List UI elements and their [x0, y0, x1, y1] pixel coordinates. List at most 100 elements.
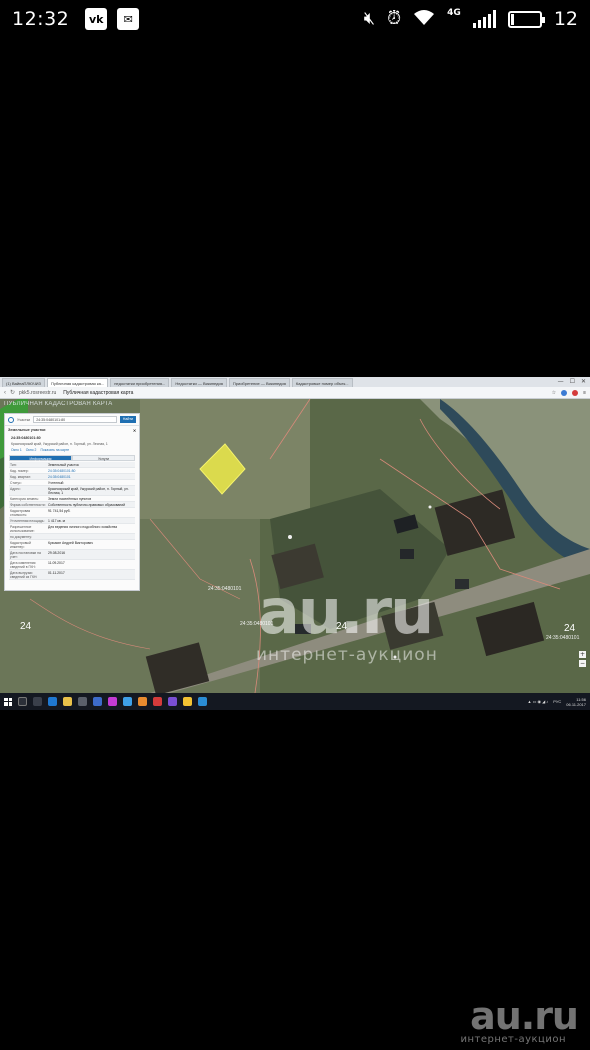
browser-tab[interactable]: Недостатки — Википедия: [171, 378, 227, 387]
attribute-value: Земельный участок: [48, 462, 79, 467]
browser-tab[interactable]: Приобретение — Википедия: [228, 378, 290, 387]
info-panel: Участки 24:35:0480101:80 Найти Земельные…: [4, 413, 140, 591]
parcel-attributes: Тип: Земельный участок Кад. номер: 24:35:04…: [9, 462, 135, 580]
zoom-in-button[interactable]: +: [579, 651, 586, 658]
browser-tab[interactable]: Кадастровые номер объек...: [291, 378, 353, 387]
map-label: 24:35:0480101: [546, 635, 580, 641]
bottom-watermark-brand: au.ru: [470, 994, 579, 1038]
search-input[interactable]: 24:35:0480101:80: [33, 416, 117, 423]
attribute-key: Кад. квартал:: [10, 474, 31, 479]
app-icon[interactable]: [168, 697, 177, 706]
panel-heading-text: Земельные участки: [8, 428, 46, 432]
satellite-map[interactable]: ПУБЛИЧНАЯ КАДАСТРОВАЯ КАРТА 24 24 24 24:…: [0, 399, 590, 693]
parcel-link[interactable]: Окно 1: [11, 448, 22, 452]
store-icon[interactable]: [78, 697, 87, 706]
zoom-controls: + −: [579, 651, 586, 667]
close-icon[interactable]: ✕: [581, 377, 586, 387]
tab-info[interactable]: Информация: [9, 455, 72, 461]
mail-icon: ✉: [117, 8, 140, 30]
minimize-icon[interactable]: —: [558, 377, 564, 387]
tab-services[interactable]: Услуги: [72, 455, 135, 461]
mute-icon: 🔇︎: [363, 8, 376, 29]
attribute-value[interactable]: 24:35:0480101:80: [47, 468, 135, 473]
search-icon[interactable]: [8, 416, 14, 423]
attribute-row: Дата постановки на учет: 29.08.2016: [9, 550, 135, 560]
mail-icon[interactable]: [93, 697, 102, 706]
panel-search: Участки 24:35:0480101:80 Найти: [5, 414, 139, 426]
attribute-value: 1 417 кв. м: [48, 518, 65, 523]
browser-toolbar-icons: ☆ ≡: [552, 389, 586, 396]
opera-icon[interactable]: [153, 697, 162, 706]
vk-icon: vk: [85, 8, 108, 30]
map-label: 24:35:0480101: [208, 586, 242, 592]
embedded-screenshot[interactable]: (1) ВайнаПЛЮЧИЗ Публичная кадастровая ка.…: [0, 377, 590, 710]
task-view-icon[interactable]: [33, 697, 42, 706]
edge-icon[interactable]: [48, 697, 57, 706]
back-icon[interactable]: ‹: [4, 390, 6, 396]
tray-icons[interactable]: ▲ ▭ ◉ ◢ ♪: [528, 699, 549, 704]
attribute-value: Красноярский край, Ужурский район, п. Го…: [48, 486, 129, 495]
map-label: 24: [564, 623, 576, 634]
attribute-value: 11.09.2017: [48, 560, 65, 565]
attribute-row: Кадастровый инженер: Кузьмин Андрей Викто…: [9, 540, 135, 550]
browser-address-bar[interactable]: ‹ ↻ pkk5.rosreestr.ru Публичная кадастро…: [0, 387, 590, 399]
attribute-key: Адрес:: [10, 486, 21, 491]
pin-icon[interactable]: ✕: [133, 428, 136, 433]
search-type-select[interactable]: Участки: [17, 418, 30, 422]
attribute-key: Кадастровая стоимость:: [10, 508, 31, 517]
attribute-value: Земли населённых пунктов: [48, 496, 92, 501]
app-icon[interactable]: [138, 697, 147, 706]
refresh-icon[interactable]: ↻: [10, 389, 15, 396]
extension-icon[interactable]: [561, 389, 568, 396]
star-icon[interactable]: ☆: [552, 390, 556, 396]
browser-tab[interactable]: (1) ВайнаПЛЮЧИЗ: [2, 378, 45, 387]
attribute-key: Дата постановки на учет:: [10, 550, 41, 559]
signal-icon: [472, 10, 496, 28]
battery-level: 12: [553, 8, 578, 30]
attribute-value[interactable]: 24:35:0480101: [47, 474, 135, 479]
app-icon[interactable]: [198, 697, 207, 706]
language-indicator[interactable]: РУС: [553, 699, 561, 704]
taskbar-clock[interactable]: 11:56 06.11.2017: [566, 697, 586, 707]
clock-date: 06.11.2017: [566, 701, 586, 707]
explorer-icon[interactable]: [63, 697, 72, 706]
status-bar: 12:32 vk ✉ 🔇︎ ⏰︎ 4G 12: [0, 0, 590, 38]
parcel-link[interactable]: Показать на карте: [40, 448, 69, 452]
attribute-key: Дата изменения сведений в ГКН:: [10, 560, 36, 569]
skype-icon[interactable]: [123, 697, 132, 706]
system-icons: 🔇︎ ⏰︎ 4G 12: [364, 8, 578, 30]
watermark-brand: au.ru: [258, 575, 434, 648]
yandex-browser-icon[interactable]: [183, 697, 192, 706]
parcel-link[interactable]: Окно 2: [26, 448, 37, 452]
attribute-key: Дата выгрузки сведений из ГКН:: [10, 570, 38, 579]
attribute-row: Дата выгрузки сведений из ГКН: 01.11.2017: [9, 570, 135, 580]
windows-start-icon[interactable]: [4, 697, 12, 706]
window-controls[interactable]: — ☐ ✕: [558, 377, 590, 387]
menu-icon[interactable]: ≡: [583, 390, 586, 396]
extension-icon[interactable]: [572, 389, 579, 396]
attribute-value: Для ведения личного подсобного хозяйства: [48, 524, 118, 529]
attribute-value: Собственность публично-правовых образова…: [48, 502, 126, 507]
attribute-value: [47, 534, 135, 539]
attribute-value: Кузьмин Андрей Викторович: [48, 540, 94, 545]
attribute-value: 29.08.2016: [48, 550, 65, 555]
app-icon[interactable]: [108, 697, 117, 706]
browser-tab-bar: (1) ВайнаПЛЮЧИЗ Публичная кадастровая ка.…: [0, 377, 590, 387]
wifi-icon: [413, 8, 435, 30]
attribute-key: по документу:: [10, 534, 33, 539]
search-button[interactable]: Найти: [119, 416, 136, 423]
zoom-out-button[interactable]: −: [579, 660, 586, 667]
alarm-icon: ⏰︎: [387, 8, 402, 29]
browser-tab[interactable]: Публичная кадастровая ка...: [46, 378, 109, 387]
search-icon[interactable]: [18, 697, 27, 706]
map-title: ПУБЛИЧНАЯ КАДАСТРОВАЯ КАРТА: [4, 401, 113, 407]
attribute-key: Тип:: [10, 462, 17, 467]
maximize-icon[interactable]: ☐: [570, 377, 575, 387]
network-type: 4G: [447, 8, 461, 18]
parcel-links: Окно 1 Окно 2 Показать на карте: [5, 447, 139, 453]
address-page-title: Публичная кадастровая карта: [63, 389, 134, 396]
attribute-key: Кадастровый инженер:: [10, 540, 31, 549]
address-url[interactable]: pkk5.rosreestr.ru: [19, 390, 56, 396]
attribute-row: Адрес: Красноярский край, Ужурский район,…: [9, 486, 135, 496]
browser-tab[interactable]: недостатки приобретения...: [110, 378, 170, 387]
